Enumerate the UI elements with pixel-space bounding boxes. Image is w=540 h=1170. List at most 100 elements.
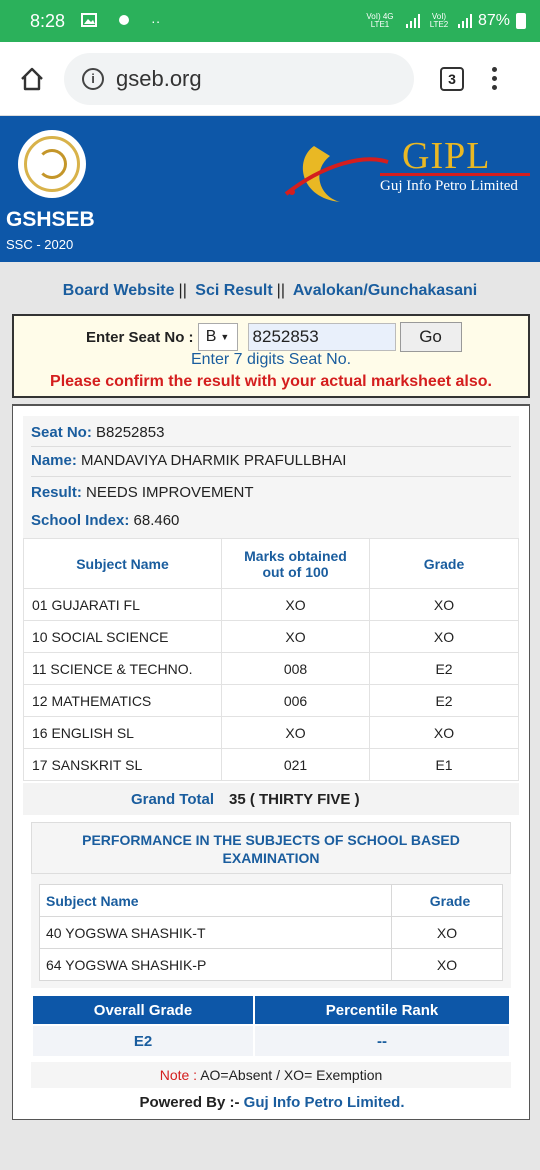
seat-label: Enter Seat No : <box>86 328 194 346</box>
table-row: 64 YOGSWA SHASHIK-P XO <box>39 948 503 981</box>
school-based-title: PERFORMANCE IN THE SUBJECTS OF SCHOOL BA… <box>31 822 511 874</box>
more-notifications-icon: ·· <box>151 13 161 29</box>
tab-switcher-button[interactable]: 3 <box>440 66 464 91</box>
grand-total-row: Grand Total 35 ( THIRTY FIVE ) <box>23 783 519 815</box>
marks-table-header: Subject Name Marks obtained out of 100 G… <box>23 538 519 589</box>
avalokan-link[interactable]: Avalokan/Gunchakasani <box>293 282 477 299</box>
gallery-icon <box>81 12 98 30</box>
url-text: gseb.org <box>116 65 202 91</box>
seat-no-label: Seat No: <box>31 424 92 441</box>
sbe-subject-name: 64 YOGSWA SHASHIK-P <box>39 948 392 981</box>
sbe-subject-name: 40 YOGSWA SHASHIK-T <box>39 916 392 949</box>
dropdown-arrow-icon: ▼ <box>220 332 230 342</box>
subject-name: 12 MATHEMATICS <box>23 684 222 717</box>
home-icon[interactable] <box>16 63 48 95</box>
subject-marks: 008 <box>221 652 370 685</box>
note-label: Note : <box>159 1067 198 1083</box>
sbe-subject-grade: XO <box>391 916 503 949</box>
address-bar[interactable]: i gseb.org <box>64 52 414 105</box>
go-button[interactable]: Go <box>399 322 462 352</box>
confirm-warning: Please confirm the result with your actu… <box>50 373 492 390</box>
note-text: AO=Absent / XO= Exemption <box>200 1067 383 1083</box>
browser-menu-icon[interactable] <box>492 67 497 90</box>
subject-marks: XO <box>221 588 370 621</box>
signal1-label: VoI) 4G LTE1 <box>366 12 394 29</box>
result-panel: Seat No: B8252853 Name: MANDAVIYA DHARMI… <box>12 404 530 1120</box>
powered-by: Powered By :- Guj Info Petro Limited. <box>13 1094 531 1111</box>
sbe-grade-header: Grade <box>391 884 503 917</box>
school-index-row: School Index: 68.460 <box>31 512 179 529</box>
table-row: 12 MATHEMATICS 006 E2 <box>23 684 519 717</box>
table-row: 40 YOGSWA SHASHIK-T XO <box>39 916 503 949</box>
subject-name: 17 SANSKRIT SL <box>23 748 222 781</box>
quick-links: Board Website || Sci Result || Avalokan/Gu… <box>62 282 478 299</box>
clock: 8:28 <box>30 10 66 31</box>
powered-by-label: Powered By :- <box>139 1094 240 1111</box>
sbe-subject-grade: XO <box>391 948 503 981</box>
signal2-label: VoI) LTE2 <box>429 12 449 29</box>
site-header: GSHSEB SSC - 2020 GIPL Guj Info Petro Li… <box>0 116 540 262</box>
notification-icon <box>117 12 131 31</box>
subject-header: Subject Name <box>23 538 222 589</box>
overall-grade-header: Overall Grade <box>31 994 255 1026</box>
subject-marks: 006 <box>221 684 370 717</box>
seat-series-value: B <box>205 328 217 345</box>
subject-grade: XO <box>369 620 519 653</box>
board-seal-logo <box>18 130 86 198</box>
grand-total-label: Grand Total <box>130 791 214 808</box>
battery-icon <box>516 13 526 29</box>
school-index-label: School Index: <box>31 512 130 529</box>
percentile-rank-header: Percentile Rank <box>253 994 511 1026</box>
subject-grade: E2 <box>369 684 519 717</box>
subject-name: 01 GUJARATI FL <box>23 588 222 621</box>
seat-no-row: Seat No: B8252853 <box>31 424 164 441</box>
sbe-subject-header: Subject Name <box>39 884 392 917</box>
school-based-table: Subject Name Grade 40 YOGSWA SHASHIK-T XO… <box>39 884 503 981</box>
name-row: Name: MANDAVIYA DHARMIK PRAFULLBHAI <box>31 452 346 469</box>
result-label: Result: <box>31 484 82 501</box>
subject-marks: 021 <box>221 748 370 781</box>
result-row: Result: NEEDS IMPROVEMENT <box>31 484 254 501</box>
legend-note: Note : AO=Absent / XO= Exemption <box>31 1062 511 1088</box>
browser-toolbar: i gseb.org 3 <box>0 42 540 116</box>
partner-subtitle: Guj Info Petro Limited <box>380 178 518 194</box>
powered-by-link[interactable]: Guj Info Petro Limited. <box>244 1094 405 1111</box>
subject-marks: XO <box>221 716 370 749</box>
school-based-header: Subject Name Grade <box>39 884 503 917</box>
table-row: 01 GUJARATI FL XO XO <box>23 588 519 621</box>
result-value: NEEDS IMPROVEMENT <box>86 484 254 501</box>
seat-hint: Enter 7 digits Seat No. <box>190 351 352 368</box>
subject-name: 11 SCIENCE & TECHNO. <box>23 652 222 685</box>
board-name: GSHSEB <box>6 208 95 231</box>
student-info: Seat No: B8252853 Name: MANDAVIYA DHARMI… <box>23 416 519 538</box>
board-website-link[interactable]: Board Website <box>63 282 175 299</box>
signal2-icon <box>457 14 472 28</box>
subject-grade: XO <box>369 716 519 749</box>
gipl-swoosh-logo <box>284 146 389 202</box>
info-icon[interactable]: i <box>82 67 104 90</box>
battery-percent: 87% <box>477 12 510 29</box>
overall-result-table: Overall Grade Percentile Rank E2 -- <box>31 994 511 1058</box>
subject-marks: XO <box>221 620 370 653</box>
subject-grade: E1 <box>369 748 519 781</box>
title-underline <box>380 173 530 176</box>
subject-grade: E2 <box>369 652 519 685</box>
table-row: 10 SOCIAL SCIENCE XO XO <box>23 620 519 653</box>
table-row: 16 ENGLISH SL XO XO <box>23 716 519 749</box>
seat-search-form: Enter Seat No : B ▼ 8252853 Go Enter 7 d… <box>12 314 530 398</box>
grand-total-value: 35 ( THIRTY FIVE ) <box>229 791 360 808</box>
table-row: 11 SCIENCE & TECHNO. 008 E2 <box>23 652 519 685</box>
seat-no-value: B8252853 <box>96 424 165 441</box>
subject-name: 16 ENGLISH SL <box>23 716 222 749</box>
signal1-icon <box>405 14 420 28</box>
name-value: MANDAVIYA DHARMIK PRAFULLBHAI <box>81 452 347 469</box>
marks-header: Marks obtained out of 100 <box>221 538 370 589</box>
marks-table: Subject Name Marks obtained out of 100 G… <box>23 538 519 781</box>
seat-number-input[interactable]: 8252853 <box>247 323 396 351</box>
sci-result-link[interactable]: Sci Result <box>195 282 272 299</box>
partner-title: GIPL <box>402 135 491 177</box>
grade-header: Grade <box>369 538 519 589</box>
seat-series-select[interactable]: B ▼ <box>197 323 238 351</box>
percentile-rank-value: -- <box>253 1024 511 1058</box>
school-index-value: 68.460 <box>133 512 180 529</box>
